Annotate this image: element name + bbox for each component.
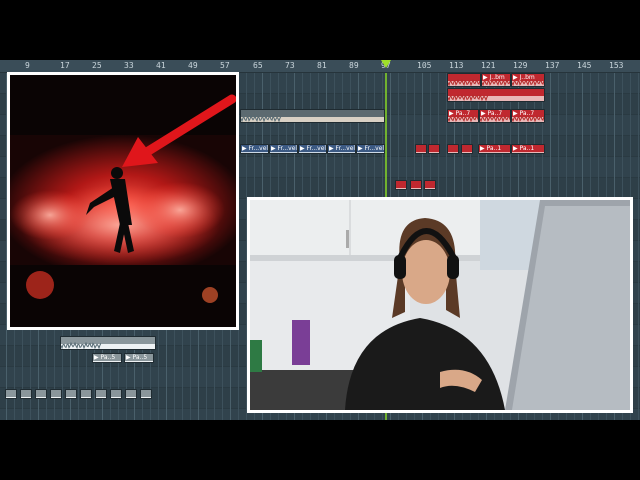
clip-label [396, 181, 406, 188]
ruler-tick-label: 153 [609, 61, 624, 70]
clip-label [448, 145, 458, 152]
playlist-clip[interactable] [110, 389, 122, 399]
clip-waveform [512, 115, 544, 122]
ruler-tick-label: 89 [349, 61, 359, 70]
clip-waveform [448, 115, 478, 122]
clip-label [462, 145, 472, 152]
clip-waveform [512, 79, 544, 86]
clip-label [66, 390, 76, 397]
playlist-clip[interactable]: ▶ Fr...vel [327, 144, 356, 154]
clip-label [36, 390, 46, 397]
clip-label: ▶ Fr...vel [299, 145, 327, 152]
clip-label: ▶ Pa..5 [93, 354, 121, 361]
clip-waveform [61, 342, 101, 349]
playlist-clip[interactable]: ▶ Pa..5 [124, 353, 154, 363]
ruler-tick-label: 121 [481, 61, 496, 70]
clip-label: ▶ Fr...vel [270, 145, 298, 152]
ruler-tick-label: 137 [545, 61, 560, 70]
playlist-clip[interactable] [428, 144, 440, 154]
clip-label [96, 390, 106, 397]
playlist-clip[interactable]: ▶ Pa..7 [511, 109, 545, 123]
playlist-clip[interactable] [140, 389, 152, 399]
playlist-clip[interactable]: ▶ Pa..1 [511, 144, 545, 154]
ruler-tick-label: 65 [253, 61, 263, 70]
playlist-clip[interactable] [35, 389, 47, 399]
webcam-feed [247, 197, 633, 413]
playlist-clip[interactable]: ▶ Pa..7 [479, 109, 511, 123]
playlist-clip[interactable] [410, 180, 422, 190]
clip-label [126, 390, 136, 397]
playlist-clip[interactable] [240, 109, 385, 123]
playlist-clip[interactable]: ▶ Fr...vel [298, 144, 327, 154]
clip-label: ▶ Pa..5 [125, 354, 153, 361]
playlist-clip[interactable]: ▶ Fr...vel [269, 144, 298, 154]
clip-label [51, 390, 61, 397]
playlist-clip[interactable] [447, 144, 459, 154]
clip-waveform [482, 79, 510, 86]
playlist-clip[interactable]: ▶ J..bm [511, 73, 545, 87]
clip-label: ▶ Fr...vel [357, 145, 385, 152]
clip-label [21, 390, 31, 397]
ruler-tick-label: 81 [317, 61, 327, 70]
playlist-clip[interactable]: ▶ Pa..5 [92, 353, 122, 363]
clip-waveform [448, 94, 488, 101]
playlist-clip[interactable] [447, 73, 481, 87]
playlist-clip[interactable] [20, 389, 32, 399]
clip-label [141, 390, 151, 397]
playlist-clip[interactable] [424, 180, 436, 190]
ruler-tick-label: 57 [220, 61, 230, 70]
ruler-tick-label: 33 [124, 61, 134, 70]
playlist-clip[interactable] [125, 389, 137, 399]
playlist-clip[interactable] [461, 144, 473, 154]
clip-label [416, 145, 426, 152]
album-art [7, 72, 239, 330]
clip-waveform [241, 115, 281, 122]
clip-label [425, 181, 435, 188]
clip-label [81, 390, 91, 397]
clip-label: ▶ Pa..1 [479, 145, 510, 152]
playlist-clip[interactable]: ▶ Pa..1 [478, 144, 511, 154]
ruler-tick-label: 49 [188, 61, 198, 70]
playlist-clip[interactable] [50, 389, 62, 399]
ruler-tick-label: 17 [60, 61, 70, 70]
clip-label: ▶ Pa..1 [512, 145, 544, 152]
ruler-tick-label: 129 [513, 61, 528, 70]
playlist-clip[interactable]: ▶ Fr...vel [356, 144, 385, 154]
ruler-tick-label: 145 [577, 61, 592, 70]
playlist-clip[interactable] [5, 389, 17, 399]
ruler-tick-label: 73 [285, 61, 295, 70]
album-art-illustration [10, 75, 236, 327]
ruler-tick-label: 113 [449, 61, 464, 70]
clip-waveform [448, 79, 480, 86]
playlist-clip[interactable] [95, 389, 107, 399]
clip-waveform [480, 115, 510, 122]
playhead-marker[interactable] [381, 60, 391, 68]
clip-label [6, 390, 16, 397]
playlist-clip[interactable] [447, 88, 545, 102]
playlist-clip[interactable] [415, 144, 427, 154]
clip-label [111, 390, 121, 397]
playlist-clip[interactable]: ▶ Pa..7 [447, 109, 479, 123]
clip-label [411, 181, 421, 188]
clip-label: ▶ Fr...vel [241, 145, 269, 152]
ruler-tick-label: 9 [25, 61, 30, 70]
grid-line [638, 73, 639, 420]
playlist-clip[interactable]: ▶ J..bm [481, 73, 511, 87]
playlist-clip[interactable] [395, 180, 407, 190]
clip-label: ▶ Fr...vel [328, 145, 356, 152]
ruler-tick-label: 25 [92, 61, 102, 70]
playlist-clip[interactable] [80, 389, 92, 399]
clip-label [429, 145, 439, 152]
playlist-clip[interactable] [60, 336, 156, 350]
webcam-illustration [250, 200, 630, 410]
ruler-tick-label: 105 [417, 61, 432, 70]
playlist-clip[interactable] [65, 389, 77, 399]
playlist-clip[interactable]: ▶ Fr...vel [240, 144, 269, 154]
ruler-tick-label: 41 [156, 61, 166, 70]
